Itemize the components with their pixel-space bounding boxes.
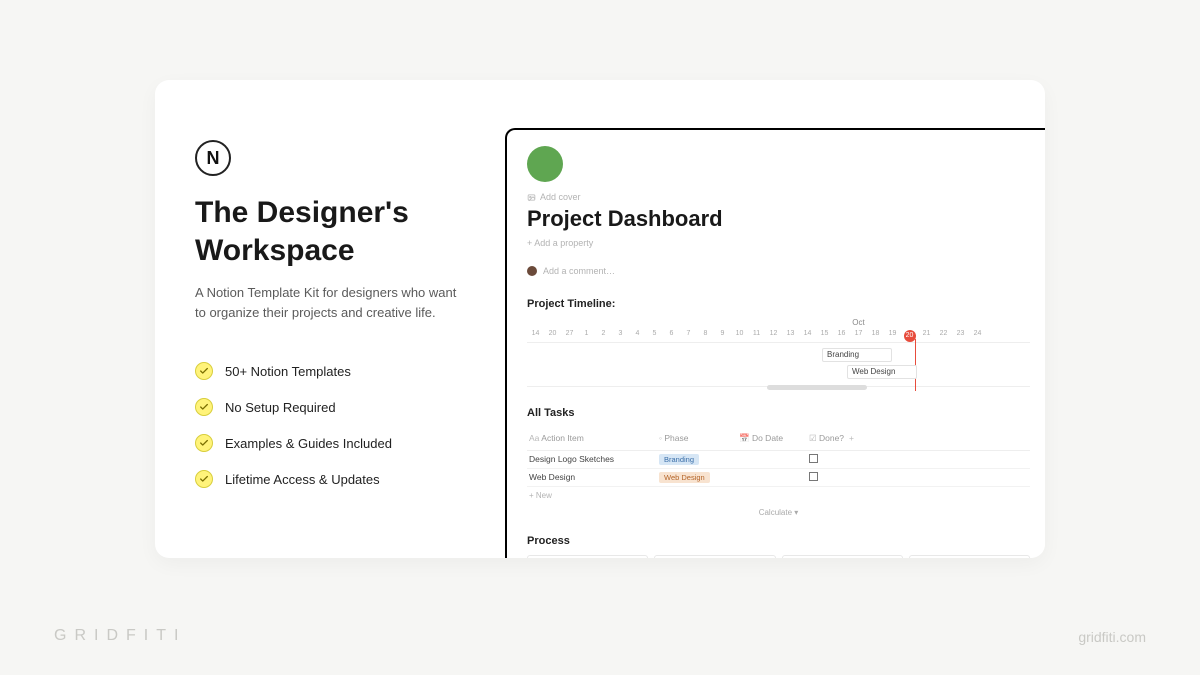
timeline-date: 1	[578, 330, 595, 342]
feature-list: 50+ Notion Templates No Setup Required Exa…	[195, 362, 465, 488]
check-icon	[195, 398, 213, 416]
timeline-date: 19	[884, 330, 901, 342]
cell-done[interactable]	[807, 469, 847, 486]
watermark-left: GRIDFITI	[54, 627, 186, 645]
table-row[interactable]: Design Logo SketchesBranding	[527, 451, 1030, 469]
promo-right: Add cover Project Dashboard + Add a prop…	[505, 80, 1045, 558]
col-due: 📅 Do Date	[737, 430, 807, 447]
add-property-button[interactable]: + Add a property	[527, 238, 1030, 248]
timeline-section: Project Timeline: Oct 142027123456789101…	[527, 298, 1030, 387]
feature-label: 50+ Notion Templates	[225, 364, 351, 379]
timeline-date: 9	[714, 330, 731, 342]
tasks-section: All Tasks Aa Action Item ◦ Phase 📅 Do Da…	[527, 407, 1030, 517]
col-done: ☑ Done?	[807, 430, 847, 447]
timeline-today-badge: 20	[904, 330, 916, 342]
timeline-dates: 1420271234567891011121314151617181920212…	[527, 330, 1030, 343]
promo-left: N The Designer's Workspace A Notion Temp…	[155, 80, 505, 558]
feature-label: Examples & Guides Included	[225, 436, 392, 451]
feature-label: Lifetime Access & Updates	[225, 472, 380, 487]
table-row[interactable]: Web DesignWeb Design	[527, 469, 1030, 487]
cell-due	[737, 451, 807, 468]
feature-item: 50+ Notion Templates	[195, 362, 465, 380]
timeline-date: 6	[663, 330, 680, 342]
col-add[interactable]: +	[847, 430, 867, 447]
watermark-right: gridfiti.com	[1078, 629, 1146, 645]
timeline-month: Oct	[607, 318, 1045, 327]
timeline-date: 14	[527, 330, 544, 342]
timeline-scrollbar[interactable]	[767, 385, 867, 390]
timeline-bar[interactable]: Branding	[822, 348, 892, 362]
checkbox-icon[interactable]	[809, 472, 818, 481]
cell-phase: Branding	[657, 451, 737, 468]
tasks-heading: All Tasks	[527, 407, 1030, 419]
timeline-date: 8	[697, 330, 714, 342]
notion-logo-icon: N	[195, 140, 231, 176]
process-card[interactable]: 📗Brand Guidelines	[782, 555, 903, 558]
add-cover-button[interactable]: Add cover	[527, 192, 1030, 202]
cell-done[interactable]	[807, 451, 847, 468]
avatar-icon	[527, 266, 537, 276]
feature-label: No Setup Required	[225, 400, 336, 415]
comment-placeholder: Add a comment…	[543, 266, 615, 276]
checkbox-icon[interactable]	[809, 454, 818, 463]
timeline-date: 23	[952, 330, 969, 342]
timeline-date: 18	[867, 330, 884, 342]
tasks-header: Aa Action Item ◦ Phase 📅 Do Date ☑ Done?…	[527, 427, 1030, 451]
timeline-date: 16	[833, 330, 850, 342]
page-title[interactable]: Project Dashboard	[527, 206, 1030, 232]
timeline-bar[interactable]: Web Design	[847, 365, 917, 379]
col-action: Aa Action Item	[527, 430, 657, 447]
process-card[interactable]: 📙Brand Strategy	[527, 555, 648, 558]
comment-row[interactable]: Add a comment…	[527, 266, 1030, 276]
timeline-date: 11	[748, 330, 765, 342]
check-icon	[195, 362, 213, 380]
check-icon	[195, 470, 213, 488]
cell-action: Web Design	[527, 469, 657, 486]
cell-action: Design Logo Sketches	[527, 451, 657, 468]
timeline-date: 14	[799, 330, 816, 342]
feature-item: Examples & Guides Included	[195, 434, 465, 452]
tasks-new-row[interactable]: + New	[527, 487, 1030, 504]
timeline-date: 3	[612, 330, 629, 342]
cell-due	[737, 469, 807, 486]
process-card[interactable]: 👥User Personas	[654, 555, 775, 558]
feature-item: No Setup Required	[195, 398, 465, 416]
timeline-date: 12	[765, 330, 782, 342]
timeline-heading: Project Timeline:	[527, 298, 1030, 310]
timeline-date: 10	[731, 330, 748, 342]
add-cover-label: Add cover	[540, 192, 581, 202]
process-grid: 📙Brand Strategy 👥User Personas 📗Brand Guid…	[527, 555, 1030, 558]
page-icon[interactable]	[527, 146, 563, 182]
promo-card: N The Designer's Workspace A Notion Temp…	[155, 80, 1045, 558]
timeline-date: 4	[629, 330, 646, 342]
promo-subtitle: A Notion Template Kit for designers who …	[195, 283, 465, 322]
timeline-body[interactable]: Branding Web Design	[527, 343, 1030, 387]
tasks-calculate[interactable]: Calculate ▾	[527, 508, 1030, 517]
timeline-date: 22	[935, 330, 952, 342]
process-card[interactable]: 🔍User Research	[909, 555, 1030, 558]
promo-title: The Designer's Workspace	[195, 194, 465, 269]
timeline-date: 17	[850, 330, 867, 342]
timeline-date: 5	[646, 330, 663, 342]
col-phase: ◦ Phase	[657, 430, 737, 447]
cell-phase: Web Design	[657, 469, 737, 486]
process-heading: Process	[527, 535, 1030, 547]
notion-window: Add cover Project Dashboard + Add a prop…	[505, 128, 1045, 558]
timeline-date: 20	[544, 330, 561, 342]
timeline-date: 27	[561, 330, 578, 342]
check-icon	[195, 434, 213, 452]
timeline-date: 2	[595, 330, 612, 342]
timeline-date: 24	[969, 330, 986, 342]
process-section: Process 📙Brand Strategy 👥User Personas 📗Br…	[527, 535, 1030, 558]
timeline-date: 13	[782, 330, 799, 342]
feature-item: Lifetime Access & Updates	[195, 470, 465, 488]
timeline-date: 15	[816, 330, 833, 342]
timeline-date: 21	[918, 330, 935, 342]
timeline-date: 7	[680, 330, 697, 342]
